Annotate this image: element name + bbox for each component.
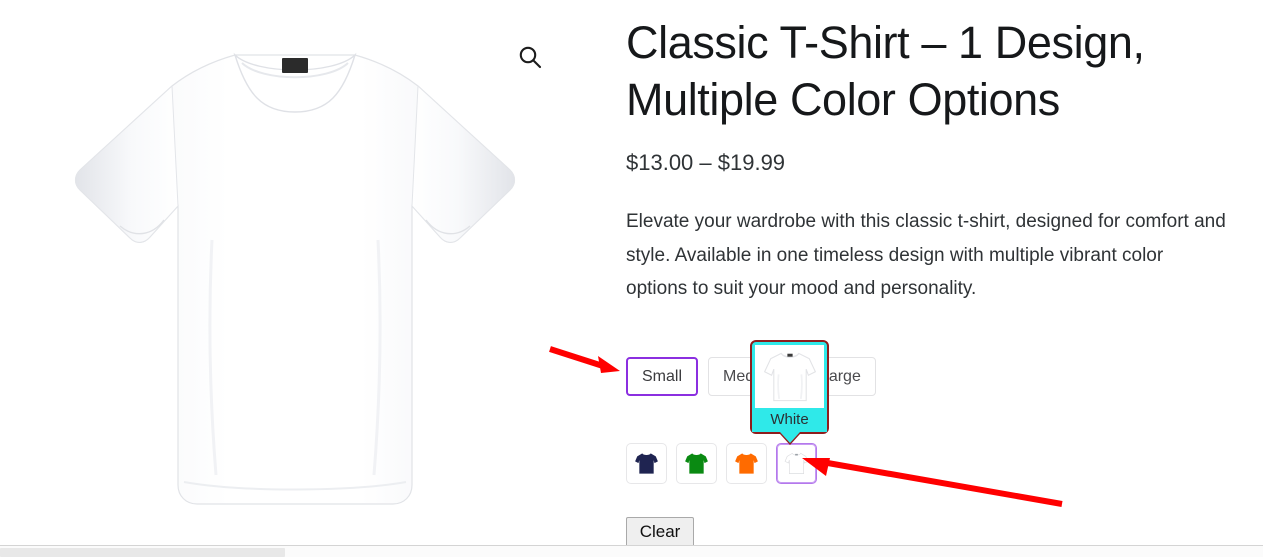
tshirt-icon-orange — [735, 453, 758, 474]
tshirt-icon-green — [685, 453, 708, 474]
clear-selection-button[interactable]: Clear — [626, 517, 694, 547]
tooltip-label: White — [752, 408, 827, 432]
color-option-white[interactable] — [776, 443, 817, 484]
product-price: $13.00 – $19.99 — [626, 150, 786, 175]
tooltip-pointer — [779, 432, 800, 443]
horizontal-scrollbar[interactable] — [0, 545, 1263, 557]
color-option-navy[interactable] — [626, 443, 667, 484]
search-icon[interactable] — [516, 43, 544, 71]
product-main-image[interactable] — [60, 30, 530, 535]
page-title: Classic T-Shirt – 1 Design, Multiple Col… — [626, 17, 1145, 125]
product-description: Elevate your wardrobe with this classic … — [626, 211, 1226, 299]
tooltip-thumbnail — [755, 345, 824, 408]
tshirt-icon-navy — [635, 453, 658, 474]
color-option-green[interactable] — [676, 443, 717, 484]
horizontal-scrollbar-thumb[interactable] — [0, 548, 285, 557]
color-option-group — [626, 443, 817, 484]
product-page: Classic T-Shirt – 1 Design, Multiple Col… — [0, 0, 1263, 557]
tshirt-icon-white — [784, 452, 809, 474]
color-preview-tooltip: White — [750, 340, 829, 443]
product-gallery — [0, 0, 600, 545]
arrow-pointing-to-white-color-swatch — [802, 458, 1063, 507]
size-option-small[interactable]: Small — [626, 357, 699, 396]
color-option-orange[interactable] — [726, 443, 767, 484]
product-summary: Classic T-Shirt – 1 Design, Multiple Col… — [626, 0, 1246, 306]
white-tshirt-thumbnail-icon — [763, 352, 816, 401]
white-tshirt-illustration — [74, 52, 516, 505]
